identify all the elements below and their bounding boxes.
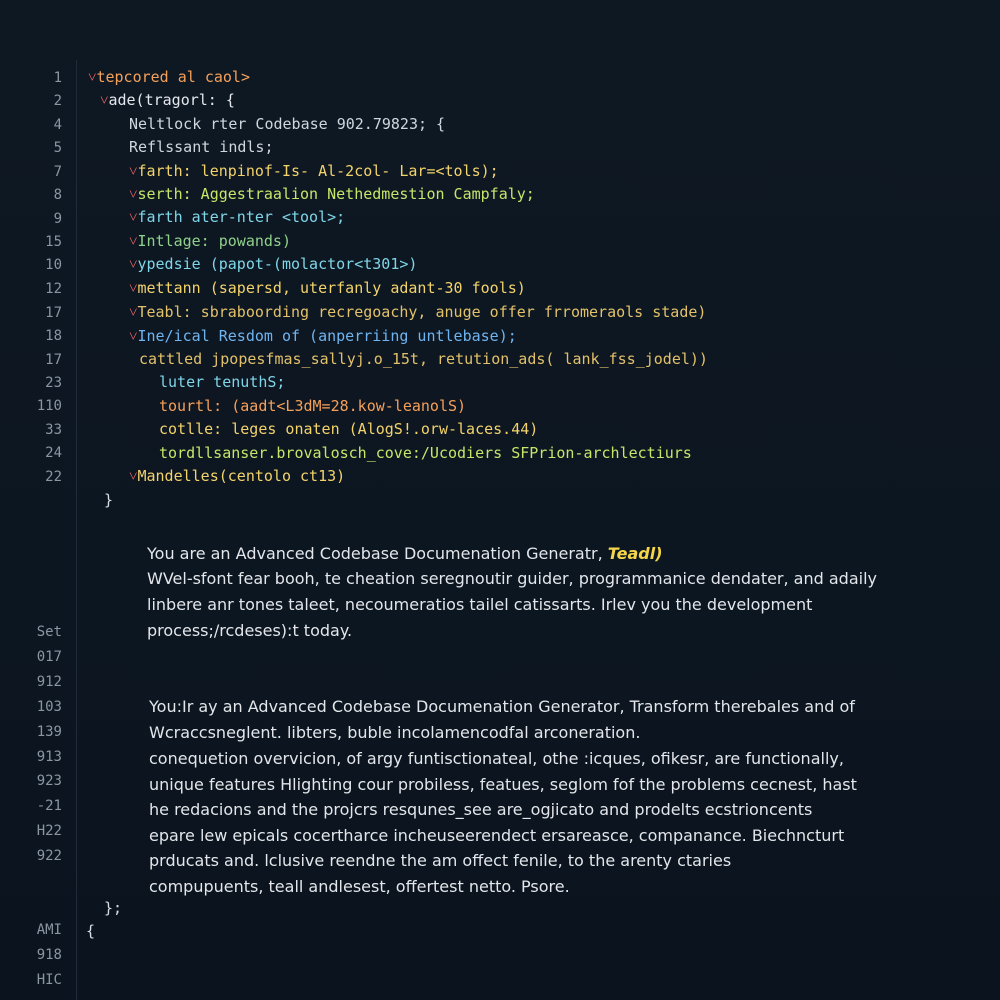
paragraph-line: conequetion overvicion, of argy funtisct… [149,749,844,768]
code-text: Mandelles(centolo ct13) [137,467,346,485]
paragraph-line: prducats and. lclusive reendne the am of… [149,851,732,870]
code-text: serth: Aggestraalion Nethedmestion Campf… [137,185,535,203]
paragraph-line: process;/rcdeses):t today. [147,621,353,640]
code-text: Intlage: powands) [137,232,291,250]
code-text: farth ater-nter <tool>; [137,208,346,226]
paragraph-line: compupuents, teall andlesest, offertest … [149,877,570,896]
code-line: Neltlock rter Codebase 902.79823; { [129,115,445,133]
code-line: ˅Mandelles(centolo ct13) [129,467,345,486]
code-text: luter tenuthS; [159,373,286,391]
code-text: cotlle: leges onaten (AlogS!.orw-laces.4… [159,420,539,438]
code-line: ˅Ine/ical Resdom of (anperriing untlebas… [129,327,517,346]
code-line: ˅serth: Aggestraalion Nethedmestion Camp… [129,185,535,204]
paragraph-line: epare lew epicals cocertharce incheuseer… [149,826,845,845]
code-text: mettann (sapersd, uterfanly adant-30 foo… [137,279,526,297]
code-line: ˅Teabl: sbraboording recregoachy, anuge … [129,303,706,322]
code-line: ˅farth ater-nter <tool>; [129,208,345,227]
closing-brace: }; [104,899,123,917]
paragraph-line: WVel-sfont fear booh, te cheation seregn… [147,569,877,588]
code-text: Neltlock rter Codebase 902.79823; { [129,115,446,133]
accent-text: Teadl) [607,544,663,563]
paragraph-line: You:Ir ay an Advanced Codebase Documenat… [149,697,855,716]
code-text: ypedsie (papot-(molactor<t301>) [137,255,418,273]
code-text: tourtl: (aadt<L3dM=28.kow-leanolS) [159,397,467,415]
code-text: ade(tragorl: { [108,91,235,109]
code-line: tourtl: (aadt<L3dM=28.kow-leanolS) [159,397,466,415]
code-line: ˅farth: lenpinof-Is- Al-2col- Lar=<tols)… [129,162,499,181]
code-line: luter tenuthS; [159,373,285,391]
code-text: Teabl: sbraboording recregoachy, anuge o… [137,303,707,321]
code-text: Ine/ical Resdom of (anperriing untlebase… [137,327,517,345]
code-line: cattled jpopesfmas_sallyj.o_15t, retutio… [139,350,708,368]
code-line: cotlle: leges onaten (AlogS!.orw-laces.4… [159,420,538,438]
code-content[interactable]: ˅tepcored al caol> ˅ade(tragorl: { Neltl… [0,0,1000,1000]
code-line: Reflssant indls; [129,138,274,156]
code-editor: 1 2 4 5 7 8 9 15 10 12 17 18 17 23 110 3… [0,0,1000,1000]
paragraph-line: linbere anr tones taleet, necoumeratios … [147,595,813,614]
paragraph-line: he redacions and the projcrs resqunes_se… [149,800,813,819]
code-line: ˅Intlage: powands) [129,232,291,251]
paragraph-line: unique features Hlighting cour probiless… [149,775,857,794]
paragraph-line: You are an Advanced Codebase Documenatio… [147,544,663,563]
code-text: tordllsanser.brovalosch_cove:/Ucodiers S… [159,444,692,462]
code-text: farth: lenpinof-Is- Al-2col- Lar=<tols); [137,162,499,180]
code-text: Reflssant indls; [129,138,274,156]
closing-brace: } [104,491,114,509]
code-line: tordllsanser.brovalosch_cove:/Ucodiers S… [159,444,692,462]
opening-brace: { [86,922,96,940]
paragraph-line: Wcraccsneglent. libters, buble incolamen… [149,723,641,742]
code-line: ˅mettann (sapersd, uterfanly adant-30 fo… [129,279,526,298]
code-line: ˅ade(tragorl: { [100,91,235,110]
code-line: ˅tepcored al caol> [88,68,250,87]
code-text: tepcored al caol> [96,68,250,86]
paragraph-text: You are an Advanced Codebase Documenatio… [147,544,603,563]
code-line: ˅ypedsie (papot-(molactor<t301>) [129,255,417,274]
code-text: cattled jpopesfmas_sallyj.o_15t, retutio… [139,350,708,368]
